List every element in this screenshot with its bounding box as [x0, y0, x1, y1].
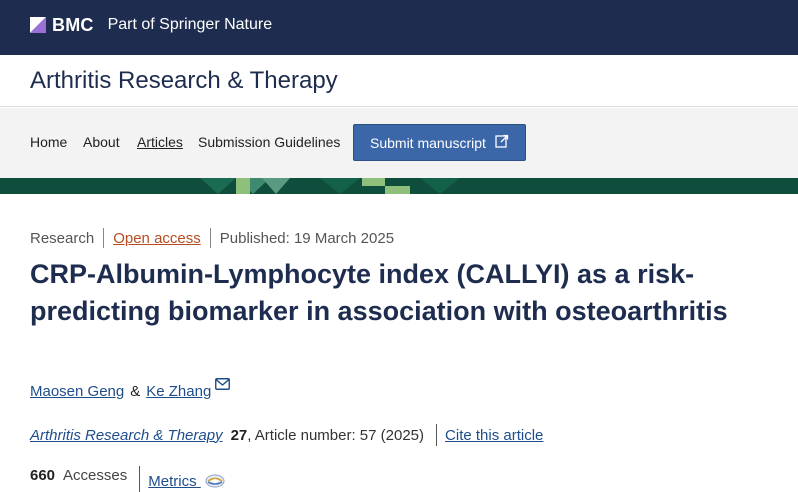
external-link-icon — [494, 133, 510, 152]
journal-header: Arthritis Research & Therapy — [0, 55, 798, 107]
article-type: Research — [30, 229, 95, 247]
journal-title[interactable]: Arthritis Research & Therapy — [30, 67, 338, 95]
citation-row: Arthritis Research & Therapy 27 , Articl… — [30, 424, 543, 446]
accesses-label: Accesses — [63, 466, 128, 484]
author-separator: & — [130, 383, 141, 400]
bmc-logo-icon — [30, 17, 46, 33]
submit-manuscript-button[interactable]: Submit manuscript — [353, 124, 526, 161]
nav-item-about[interactable]: About — [83, 134, 120, 150]
journal-nav: Home About Articles Submission Guideline… — [0, 108, 798, 178]
divider — [436, 424, 438, 446]
cite-this-article-link[interactable]: Cite this article — [445, 427, 543, 444]
publisher-header: BMC Part of Springer Nature — [0, 0, 798, 55]
metrics-row: 660 Accesses Metrics — [30, 462, 225, 492]
metrics-donut-icon — [205, 474, 225, 492]
author-link[interactable]: Maosen Geng — [30, 383, 124, 400]
metrics-link[interactable]: Metrics — [148, 472, 225, 490]
divider — [103, 228, 105, 248]
author-list: Maosen Geng & Ke Zhang — [30, 378, 231, 400]
nav-item-home[interactable]: Home — [30, 134, 67, 150]
bmc-logo[interactable]: BMC Part of Springer Nature — [30, 14, 272, 36]
brand-name: BMC — [52, 14, 94, 35]
submit-manuscript-label: Submit manuscript — [370, 134, 486, 151]
article-title: CRP-Albumin-Lymphocyte index (CALLYI) as… — [30, 259, 728, 326]
brand-tagline: Part of Springer Nature — [107, 16, 273, 33]
citation-journal-link[interactable]: Arthritis Research & Therapy — [30, 427, 223, 444]
published-date: Published: 19 March 2025 — [219, 229, 395, 247]
citation-volume: 27 — [230, 426, 248, 444]
citation-details: , Article number: 57 (2025) — [247, 426, 425, 444]
open-access-link[interactable]: Open access — [113, 230, 201, 247]
accesses-count: 660 — [30, 466, 56, 484]
divider — [209, 228, 211, 248]
email-icon[interactable] — [215, 377, 231, 394]
nav-item-articles[interactable]: Articles — [137, 134, 183, 150]
author-link[interactable]: Ke Zhang — [146, 383, 211, 400]
divider — [139, 466, 141, 492]
metrics-label: Metrics — [148, 473, 197, 490]
decorative-band — [0, 178, 798, 194]
article-meta: Research Open access Published: 19 March… — [30, 228, 394, 248]
nav-item-submission-guidelines[interactable]: Submission Guidelines — [198, 134, 340, 150]
